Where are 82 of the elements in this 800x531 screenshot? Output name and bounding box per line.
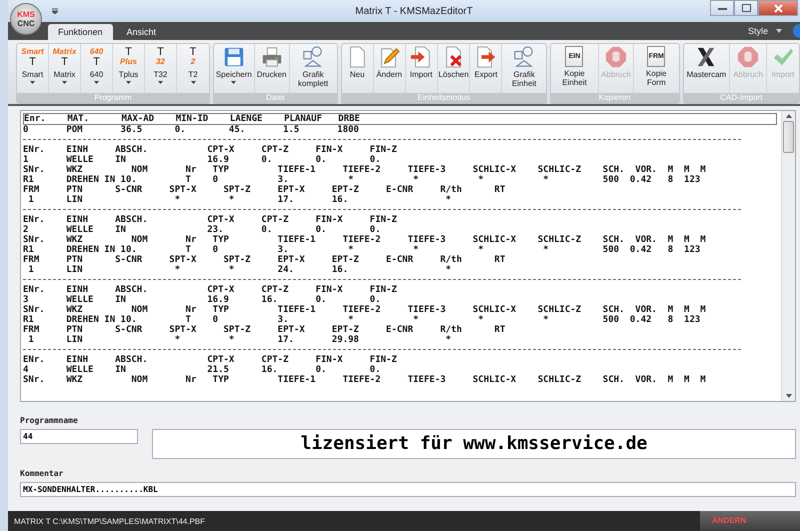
window-title: Matrix T - KMSMazEditorT bbox=[354, 6, 474, 16]
listing-line: 1 WELLE IN 16.9 0. 0. 0. bbox=[23, 155, 382, 165]
ribbon-button[interactable]: Speichern bbox=[214, 44, 255, 93]
caret-icon bbox=[126, 81, 131, 84]
listing-line: SNr. WKZ NOM Nr TYP TIEFE-1 TIEFE-2 TIEFE-3 SCHLIC-X SCHLIC-Z SCH. VOR. M M M bbox=[23, 235, 707, 245]
printer-icon bbox=[260, 46, 283, 68]
close-button[interactable] bbox=[758, 0, 798, 16]
ribbon-button[interactable]: Export bbox=[470, 44, 502, 93]
ribbon-button[interactable]: T 2 T2 bbox=[177, 44, 209, 93]
caret-icon bbox=[776, 29, 782, 33]
program-type-icon: Smart T bbox=[21, 46, 44, 68]
maximize-button[interactable] bbox=[734, 0, 758, 16]
maximize-icon bbox=[742, 4, 750, 12]
field-label: Kommentar bbox=[20, 469, 64, 478]
listing-line: R1 DREHEN IN 10. T 0 3. * * * * 500 0.42 8 123 bbox=[23, 245, 702, 255]
listing-line: R1 DREHEN IN 10. T 0 3. * * * * 500 0.42 8 123 bbox=[23, 175, 702, 185]
caret-icon bbox=[30, 81, 35, 84]
field-label: Programmname bbox=[20, 416, 79, 425]
close-icon bbox=[774, 4, 782, 12]
group-label: Programm bbox=[17, 93, 209, 103]
ribbon-button[interactable]: Import bbox=[406, 44, 438, 93]
listing-line: 1 LIN * * 24. 16. * bbox=[27, 265, 452, 275]
stop-hand-icon bbox=[605, 46, 627, 68]
group-label: Einheitsmodus bbox=[342, 93, 546, 103]
caret-icon bbox=[94, 81, 99, 84]
caret-icon bbox=[62, 81, 67, 84]
listing-line: 2 WELLE IN 23. 0. 0. 0. bbox=[23, 225, 382, 235]
app-logo[interactable]: KMS CNC bbox=[10, 3, 42, 35]
program-type-icon: T 2 bbox=[190, 46, 196, 68]
ribbon-tab[interactable]: Funktionen bbox=[48, 24, 113, 40]
listing-line: ENr. EINH ABSCH. CPT-X CPT-Z FIN-X FIN-Z bbox=[23, 355, 398, 365]
ribbon-button[interactable]: Grafik komplett bbox=[290, 44, 337, 93]
program-type-icon: Matrix T bbox=[52, 46, 76, 68]
group-label: Datei bbox=[214, 93, 337, 103]
ribbon-tab[interactable]: Ansicht bbox=[116, 24, 166, 40]
ribbon-button[interactable]: Löschen bbox=[438, 44, 470, 93]
minimize-icon bbox=[718, 6, 726, 10]
listing-line: FRM PTN S-CNR SPT-X SPT-Z EPT-X EPT-Z E-CNR R/th RT bbox=[23, 255, 506, 265]
program-type-icon: 640 T bbox=[90, 46, 104, 68]
scrollbar-thumb[interactable] bbox=[783, 121, 794, 153]
listing-line: SNr. WKZ NOM Nr TYP TIEFE-1 TIEFE-2 TIEFE-3 SCHLIC-X SCHLIC-Z SCH. VOR. M M M bbox=[23, 165, 707, 175]
shapes-icon bbox=[513, 46, 536, 68]
license-banner: lizensiert für www.kmsservice.de bbox=[152, 429, 796, 459]
file-path: MATRIX T C:\KMS\TMP\SAMPLES\MATRIXT\44.PBF bbox=[13, 516, 206, 526]
style-menu[interactable]: Style bbox=[744, 26, 772, 36]
listing-line: FRM PTN S-CNR SPT-X SPT-Z EPT-X EPT-Z E-CNR R/th RT bbox=[23, 325, 506, 335]
scroll-up-icon[interactable] bbox=[786, 114, 792, 118]
mode-indicator: ÄNDERN bbox=[700, 511, 800, 531]
caret-icon bbox=[190, 81, 196, 84]
program-type-icon: T 32 bbox=[156, 46, 165, 68]
listing-line: ENr. EINH ABSCH. CPT-X CPT-Z FIN-X FIN-Z bbox=[23, 215, 398, 225]
document-arrow-icon bbox=[410, 46, 432, 68]
scrollbar[interactable] bbox=[781, 111, 795, 401]
minimize-button[interactable] bbox=[710, 0, 734, 16]
listing-line: SNr. WKZ NOM Nr TYP TIEFE-1 TIEFE-2 TIEFE-3 SCHLIC-X SCHLIC-Z SCH. VOR. M M M bbox=[23, 375, 707, 385]
check-icon bbox=[772, 46, 794, 68]
listing-line: 1 LIN * * 17. 29.98 * bbox=[27, 335, 452, 345]
ribbon-button[interactable]: Grafik Einheit bbox=[502, 44, 546, 93]
scroll-down-icon[interactable] bbox=[786, 394, 792, 398]
listing-line: 4 WELLE IN 21.5 16. 0. 0. bbox=[23, 365, 382, 375]
listing-line: R1 DREHEN IN 10. T 0 3. * * * * 500 0.42 8 123 bbox=[23, 315, 702, 325]
ribbon-button[interactable]: Ändern bbox=[374, 44, 406, 93]
program-name-field[interactable]: 44 bbox=[20, 429, 138, 444]
document-pencil-icon bbox=[378, 46, 400, 68]
listing-line: 0 POM 36.5 0. 45. 1.5 1800 bbox=[23, 125, 360, 135]
comment-field[interactable]: MX-SONDENHALTER..........KBL bbox=[20, 482, 796, 497]
listing-line: 3 WELLE IN 16.9 16. 0. 0. bbox=[23, 295, 382, 305]
caret-icon bbox=[158, 81, 163, 84]
document-arrow-icon bbox=[474, 46, 497, 68]
ribbon-button[interactable]: Neu bbox=[342, 44, 374, 93]
listing-line: FRM PTN S-CNR SPT-X SPT-Z EPT-X EPT-Z E-CNR R/th RT bbox=[23, 185, 506, 195]
listing-line: ENr. EINH ABSCH. CPT-X CPT-Z FIN-X FIN-Z bbox=[23, 145, 398, 155]
caret-icon bbox=[231, 81, 236, 84]
group-label: CAD-Import bbox=[684, 93, 799, 103]
listing-line: 1 LIN * * 17. 16. * bbox=[27, 195, 452, 205]
quick-access-caret-icon[interactable] bbox=[52, 8, 58, 14]
stop-hand-icon bbox=[737, 46, 760, 68]
shapes-icon bbox=[302, 46, 324, 68]
program-type-icon: T Plus bbox=[120, 46, 137, 68]
listing-line: SNr. WKZ NOM Nr TYP TIEFE-1 TIEFE-2 TIEFE-3 SCHLIC-X SCHLIC-Z SCH. VOR. M M M bbox=[23, 305, 707, 315]
listing-line: ENr. EINH ABSCH. CPT-X CPT-Z FIN-X FIN-Z bbox=[23, 285, 398, 295]
group-label: Kopieren bbox=[550, 93, 679, 103]
